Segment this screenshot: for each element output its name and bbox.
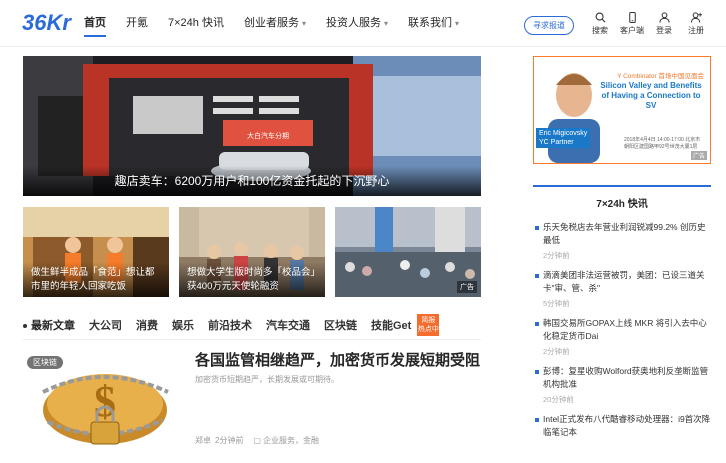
chevron-down-icon: ▾ — [454, 19, 459, 28]
article-image[interactable]: $ 区块链 — [23, 352, 181, 450]
tab-skills[interactable]: 技能Get — [371, 317, 411, 333]
chevron-down-icon: ▾ — [383, 19, 388, 28]
article-time: 2分钟前 — [215, 436, 244, 445]
top-header: 36Kr 首页 开氪 7×24h 快讯 创业者服务 ▾ 投资人服务 ▾ 联系我们 ▾ … — [0, 0, 726, 47]
client-app-button[interactable]: 客户端 — [616, 12, 648, 36]
flash-heading[interactable]: 7×24h 快讯 — [533, 185, 711, 221]
nav-item-founder-services[interactable]: 创业者服务 ▾ — [244, 0, 306, 47]
folder-icon: ▢ — [253, 436, 262, 445]
article-category[interactable]: 企业服务，金融 — [263, 436, 319, 445]
yc-event-title: Y Combinator 首场中国见面会 — [617, 73, 704, 80]
flash-news-panel: 7×24h 快讯 乐天免税店去年营业利润锐减99.2% 创历史最低 2分钟前 滴… — [533, 185, 711, 447]
flash-text: Intel正式发布八代酷睿移动处理器：i9首次降临笔记本 — [543, 414, 711, 437]
flash-time: 20分钟前 — [543, 395, 574, 404]
login-button[interactable]: 登录 — [648, 12, 680, 36]
phone-icon — [628, 12, 636, 23]
article-title[interactable]: 各国监管相继趋严，加密货币发展短期受阻 — [195, 349, 480, 370]
flash-time: 2分钟前 — [543, 347, 570, 356]
yc-ad-banner[interactable]: Y Combinator 首场中国见面会 Silicon Valley and … — [533, 56, 711, 164]
event-details: 2018年4月4日 14:00-17:00 北京市朝阳区建国路甲92号世茂大厦1… — [624, 137, 701, 150]
flash-time: 5分钟前 — [543, 299, 570, 308]
flash-text: 滴滴美团非法运营被罚，美团：已设三道关卡"审、管、杀" — [543, 270, 705, 293]
ad-label: 广告 — [690, 151, 707, 160]
tab-latest[interactable]: 最新文章 — [23, 317, 75, 333]
hero-caption: 趣店卖车：6200万用户和100亿资金托起的下沉野心 — [23, 166, 481, 196]
article-author[interactable]: 郑卓 — [195, 436, 211, 445]
article-meta: 郑卓 2分钟前 ▢ 企业服务，金融 — [195, 435, 329, 446]
feature-card[interactable]: 做生鲜半成品「食范」想让都市里的年轻人回家吃饭 — [23, 207, 169, 297]
seek-report-button[interactable]: 寻求报道 — [524, 16, 574, 35]
list-item[interactable]: 韩国交易所GOPAX上线 MKR 将引入去中心化稳定货币Dai 2分钟前 — [533, 317, 711, 357]
login-label: 登录 — [656, 26, 672, 35]
list-item[interactable]: 滴滴美团非法运营被罚，美团：已设三道关卡"审、管、杀" 5分钟前 — [533, 269, 711, 309]
feature-caption: 做生鲜半成品「食范」想让都市里的年轻人回家吃饭 — [23, 262, 169, 297]
speaker-name: Eric Migicovsky YC Partner — [536, 128, 591, 148]
ad-headline: Silicon Valley and Benefits of Having a … — [600, 81, 702, 110]
dot-icon — [23, 323, 27, 328]
nav-item-kaike[interactable]: 开氪 — [126, 0, 148, 47]
search-label: 搜索 — [592, 26, 608, 35]
nav-item-investor-services[interactable]: 投资人服务 ▾ — [326, 0, 388, 47]
search-icon — [595, 12, 605, 23]
ad-label: 广告 — [457, 281, 477, 293]
user-icon — [658, 12, 670, 23]
ad-card[interactable]: 广告 — [335, 207, 481, 297]
header-tools: 搜索 客户端 登录 注册 — [584, 12, 712, 36]
client-app-label: 客户端 — [620, 26, 644, 35]
flash-time: 2分钟前 — [543, 251, 570, 260]
nav-item-home[interactable]: 首页 — [84, 0, 106, 47]
article-tabs: 最新文章 大公司 消费 娱乐 前沿技术 汽车交通 区块链 技能Get 简报 热点… — [23, 310, 481, 340]
main-nav: 首页 开氪 7×24h 快讯 创业者服务 ▾ 投资人服务 ▾ 联系我们 ▾ — [84, 0, 479, 47]
flash-text: 乐天免税店去年营业利润锐减99.2% 创历史最低 — [543, 222, 706, 245]
nav-item-flash[interactable]: 7×24h 快讯 — [168, 0, 224, 47]
article-tag: 区块链 — [27, 356, 63, 369]
flash-text: 韩国交易所GOPAX上线 MKR 将引入去中心化稳定货币Dai — [543, 318, 707, 341]
register-label: 注册 — [688, 26, 704, 35]
logo[interactable]: 36Kr — [22, 12, 71, 34]
chevron-down-icon: ▾ — [301, 19, 306, 28]
tab-consumer[interactable]: 消费 — [136, 317, 158, 333]
tab-entertainment[interactable]: 娱乐 — [172, 317, 194, 333]
feature-caption: 想做大学生版时尚多「校品会」获400万元天使轮融资 — [179, 262, 325, 297]
briefing-badge[interactable]: 简报 热点中 — [417, 313, 440, 336]
tab-auto[interactable]: 汽车交通 — [266, 317, 310, 333]
list-item[interactable]: 乐天免税店去年营业利润锐减99.2% 创历史最低 2分钟前 — [533, 221, 711, 261]
flash-text: 彭博：复星收购Wolford获奥地利反垄断监管机构批准 — [543, 366, 709, 389]
nav-item-contact[interactable]: 联系我们 ▾ — [408, 0, 459, 47]
user-add-icon — [690, 12, 702, 23]
search-button[interactable]: 搜索 — [584, 12, 616, 36]
tab-big-company[interactable]: 大公司 — [89, 317, 122, 333]
article-description: 加密货币短期趋严，长期发展或可期待。 — [195, 375, 339, 384]
svg-text:大白汽车分期: 大白汽车分期 — [247, 131, 289, 140]
list-item[interactable]: 彭博：复星收购Wolford获奥地利反垄断监管机构批准 20分钟前 — [533, 365, 711, 405]
list-item[interactable]: Intel正式发布八代酷睿移动处理器：i9首次降临笔记本 — [533, 413, 711, 439]
feature-card[interactable]: 想做大学生版时尚多「校品会」获400万元天使轮融资 — [179, 207, 325, 297]
hero-banner[interactable]: 大白汽车分期 趣店卖车：6200万用户和100亿资金托起的下沉野心 — [23, 56, 481, 196]
tab-tech[interactable]: 前沿技术 — [208, 317, 252, 333]
tab-blockchain[interactable]: 区块链 — [324, 317, 357, 333]
register-button[interactable]: 注册 — [680, 12, 712, 36]
